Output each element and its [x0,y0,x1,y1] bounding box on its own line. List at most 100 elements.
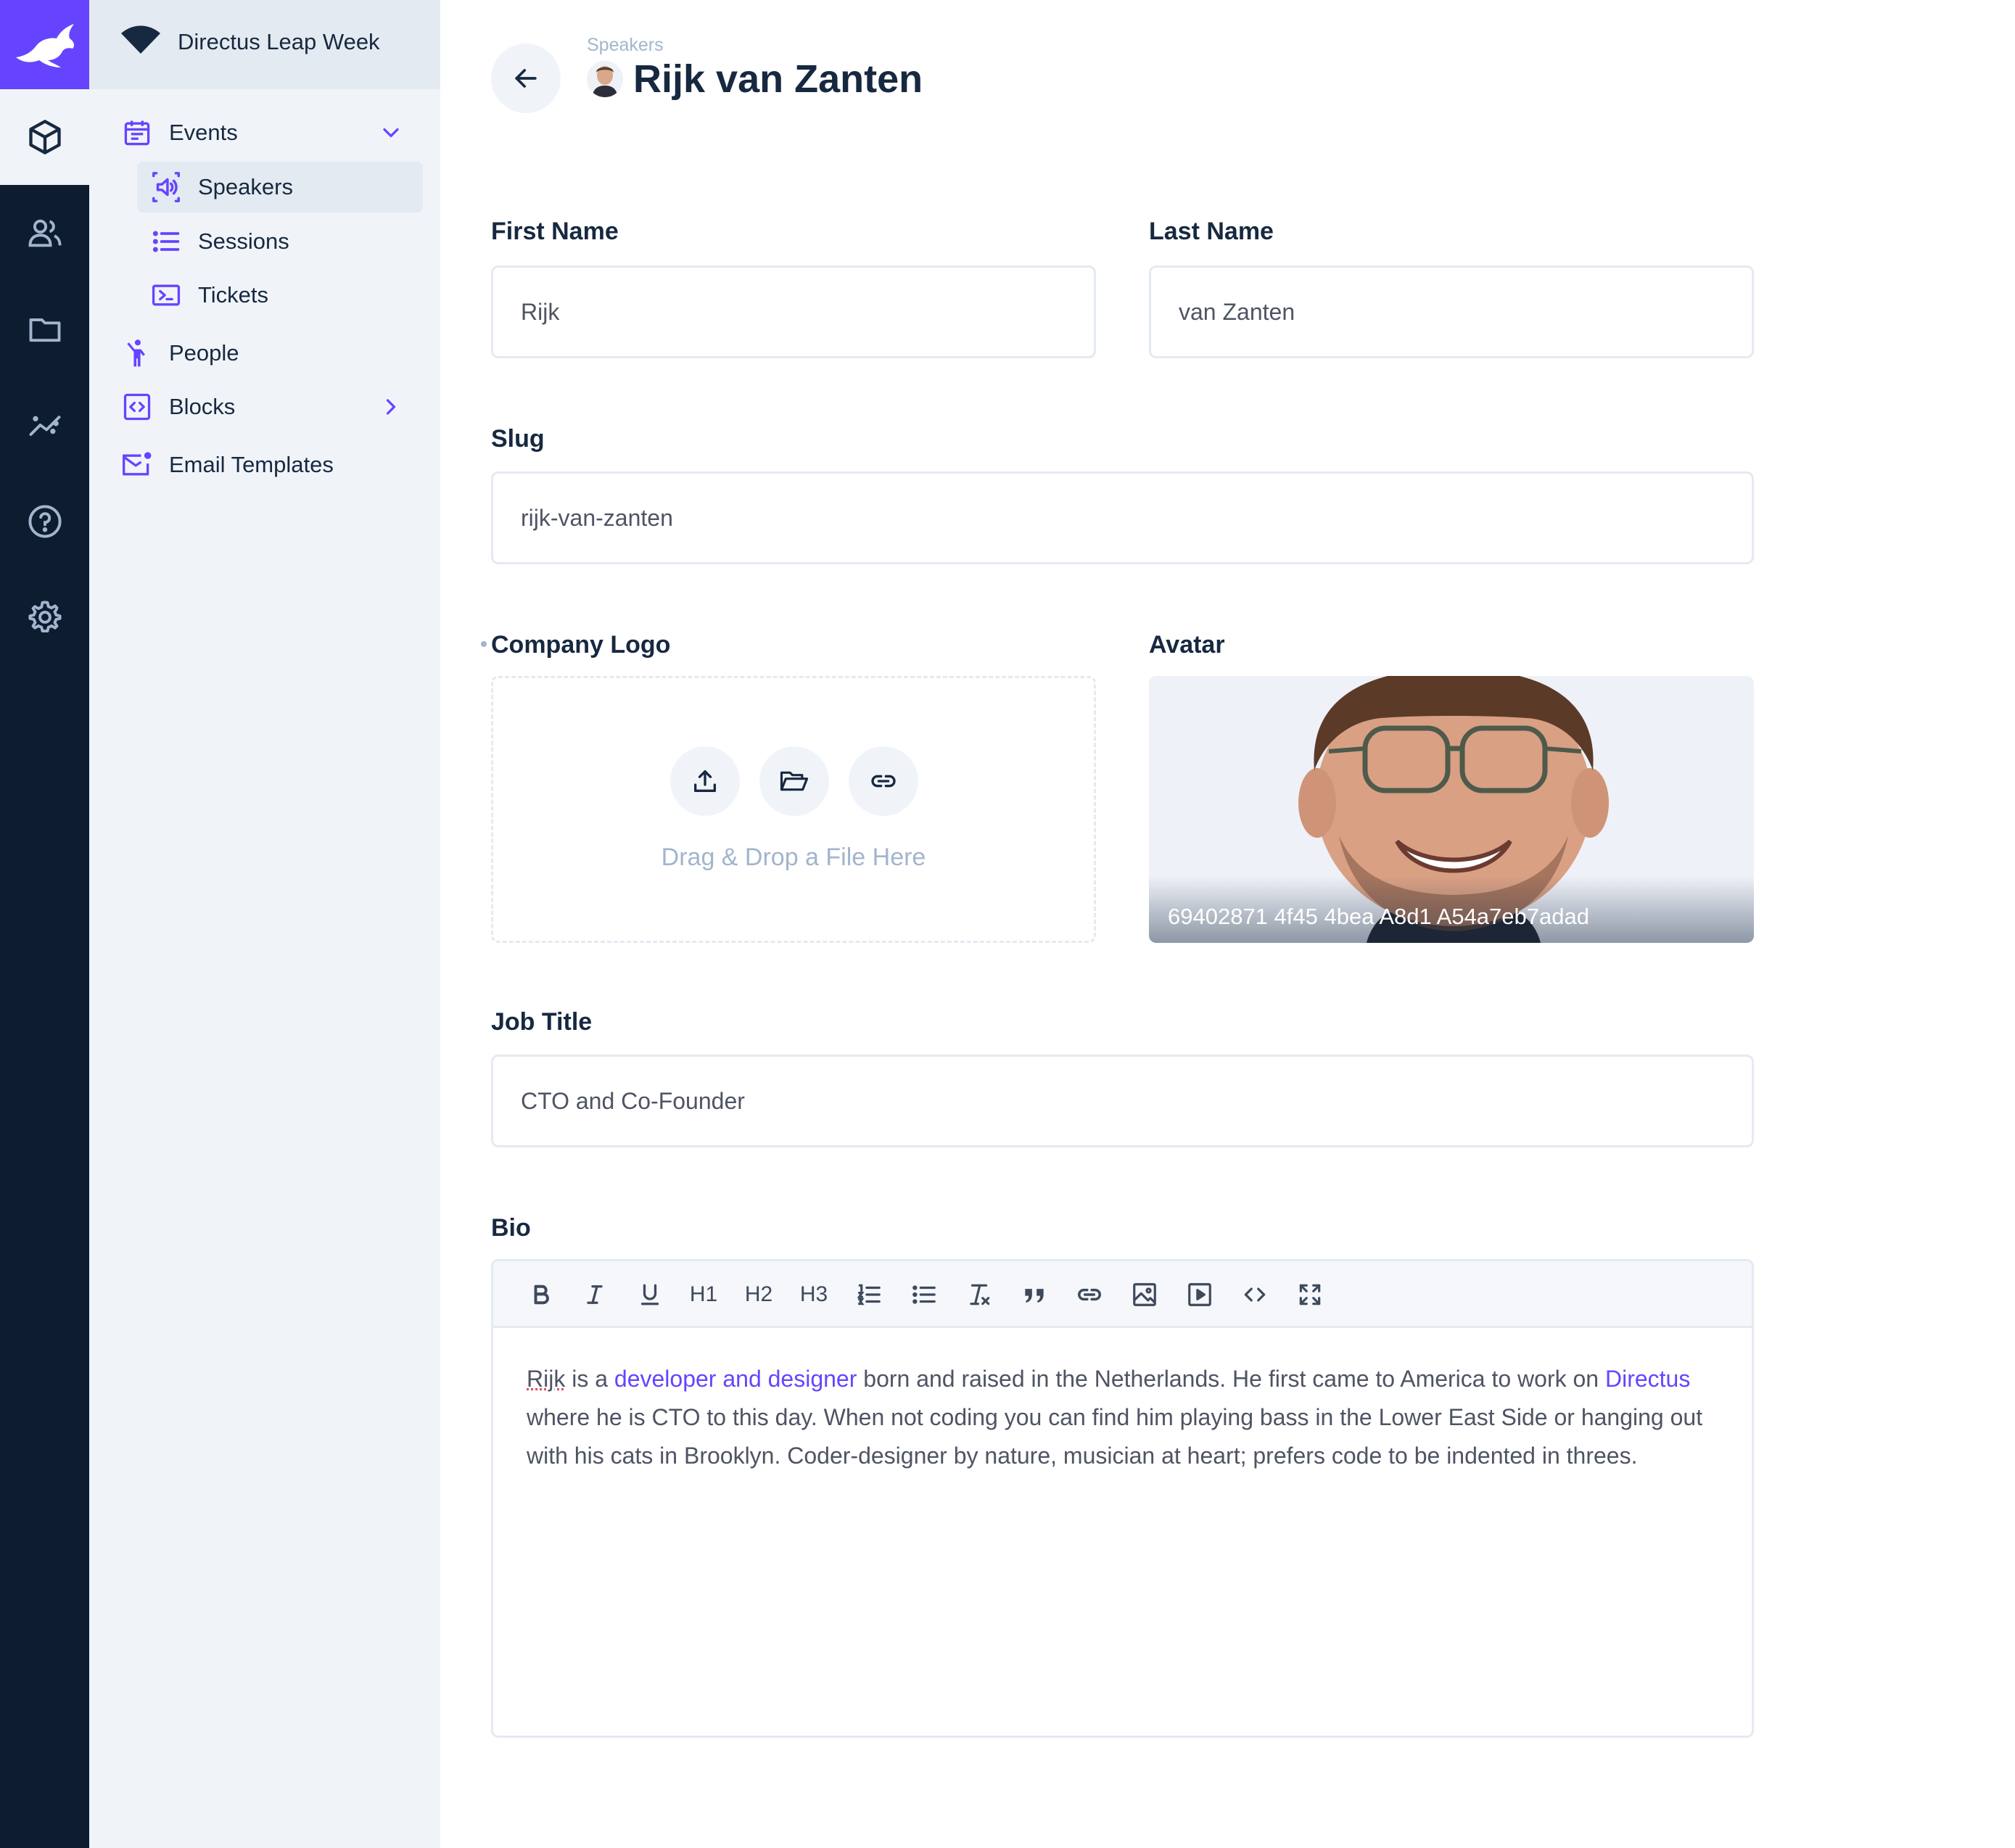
avatar-image[interactable]: 69402871 4f45 4bea A8d1 A54a7eb7adad [1149,676,1754,943]
list-icon [149,224,184,259]
rail-settings-button[interactable] [0,569,89,665]
nav-item-label: Tickets [198,282,269,308]
calendar-icon [120,115,154,150]
source-code-button[interactable] [1235,1274,1275,1315]
nav-item-email-templates[interactable]: Email Templates [120,440,424,490]
bio-text-segment: Rijk [527,1366,566,1392]
play-box-icon [1188,1283,1211,1306]
slug-label: Slug [491,425,545,453]
choose-from-library-button[interactable] [759,746,829,816]
avatar-filename: 69402871 4f45 4bea A8d1 A54a7eb7adad [1168,904,1589,929]
bio-link[interactable]: Directus [1605,1366,1690,1392]
company-logo-dropzone[interactable]: Drag & Drop a File Here [491,676,1096,943]
nav-item-sessions[interactable]: Sessions [149,216,423,267]
heading-1-button[interactable]: H1 [683,1274,724,1315]
heading-2-button[interactable]: H2 [738,1274,779,1315]
heading-3-button[interactable]: H3 [794,1274,834,1315]
editor-toolbar: H1 H2 H3 [493,1261,1752,1328]
image-button[interactable] [1124,1274,1165,1315]
directus-logo[interactable] [0,0,89,89]
edited-dot [481,641,487,647]
italic-icon [587,1285,603,1304]
upload-button[interactable] [670,746,740,816]
ticket-icon [149,278,184,313]
project-header[interactable]: Directus Leap Week [89,0,440,89]
nav-item-people[interactable]: People [120,328,424,379]
media-button[interactable] [1179,1274,1220,1315]
nav-item-label: Blocks [169,394,236,419]
company-logo-label: Company Logo [491,631,671,659]
nav-item-tickets[interactable]: Tickets [149,270,423,321]
page-title: Rijk van Zanten [633,57,923,101]
nav-item-label: Email Templates [169,452,334,477]
fullscreen-button[interactable] [1290,1274,1330,1315]
nav-item-speakers[interactable]: Speakers [137,162,423,213]
chevron-down-icon[interactable] [374,115,408,150]
image-icon [1133,1283,1156,1306]
bold-button[interactable] [521,1274,561,1315]
gear-icon [28,601,62,633]
clear-formatting-button[interactable] [959,1274,1000,1315]
bio-text-segment: where he is CTO to this day. When not co… [527,1404,1703,1469]
speaker-icon [149,170,184,205]
clear-format-icon [970,1284,990,1305]
breadcrumb[interactable]: Speakers [587,35,664,56]
job-title-label: Job Title [491,1008,593,1036]
main-content: Speakers Rijk van Zanten First Name Last… [440,0,2015,1848]
bio-text-segment: is a [565,1366,614,1392]
dropzone-text: Drag & Drop a File Here [661,843,926,871]
navigation-pane: Directus Leap Week Events Speakers Sessi… [89,0,440,1848]
job-title-input[interactable] [491,1055,1754,1147]
avatar-caption: 69402871 4f45 4bea A8d1 A54a7eb7adad [1149,876,1754,943]
bio-link[interactable]: developer and designer [614,1366,857,1392]
nav-item-blocks[interactable]: Blocks [120,381,424,432]
back-button[interactable] [491,44,561,113]
rail-files-button[interactable] [0,281,89,377]
help-icon [28,505,62,538]
bio-label: Bio [491,1214,531,1242]
bullet-list-icon [912,1285,936,1304]
code-icon [1244,1287,1266,1302]
nav-item-label: Sessions [198,228,289,254]
link-icon [871,775,896,788]
bold-icon [534,1284,549,1305]
upload-icon [694,770,716,792]
person-icon [120,336,154,371]
bullet-list-button[interactable] [904,1274,944,1315]
nav-item-label: Speakers [198,174,293,199]
bio-editor: H1 H2 H3 Rijk is a developer and designe… [491,1259,1754,1738]
blockquote-button[interactable] [1014,1274,1055,1315]
title-avatar [587,61,623,97]
underline-button[interactable] [630,1274,670,1315]
folder-icon [29,318,60,342]
mail-icon [120,447,154,482]
link-icon [1078,1288,1101,1301]
chevron-right-icon[interactable] [374,389,408,424]
fullscreen-icon [1299,1284,1321,1305]
last-name-label: Last Name [1149,218,1274,245]
module-bar [0,0,89,1848]
rail-users-button[interactable] [0,185,89,281]
rail-insights-button[interactable] [0,377,89,473]
project-name: Directus Leap Week [178,29,380,54]
slug-input[interactable] [491,471,1754,564]
import-from-url-button[interactable] [849,746,918,816]
rail-content-button[interactable] [0,89,89,185]
first-name-input[interactable] [491,265,1096,358]
folder-open-icon [780,771,809,791]
quote-icon [1025,1289,1044,1303]
bio-content[interactable]: Rijk is a developer and designer born an… [527,1360,1731,1475]
link-button[interactable] [1069,1274,1110,1315]
last-name-input[interactable] [1149,265,1754,358]
page-header: Rijk van Zanten [587,57,923,102]
italic-button[interactable] [574,1274,615,1315]
ordered-list-icon [857,1284,881,1305]
arrow-left-icon [515,69,537,88]
wifi-logo-icon [121,25,160,54]
ordered-list-button[interactable] [849,1274,889,1315]
underline-icon [640,1284,659,1305]
rail-help-button[interactable] [0,474,89,569]
nav-item-label: Events [169,120,238,145]
first-name-label: First Name [491,218,619,245]
nav-item-events[interactable]: Events [120,107,424,158]
